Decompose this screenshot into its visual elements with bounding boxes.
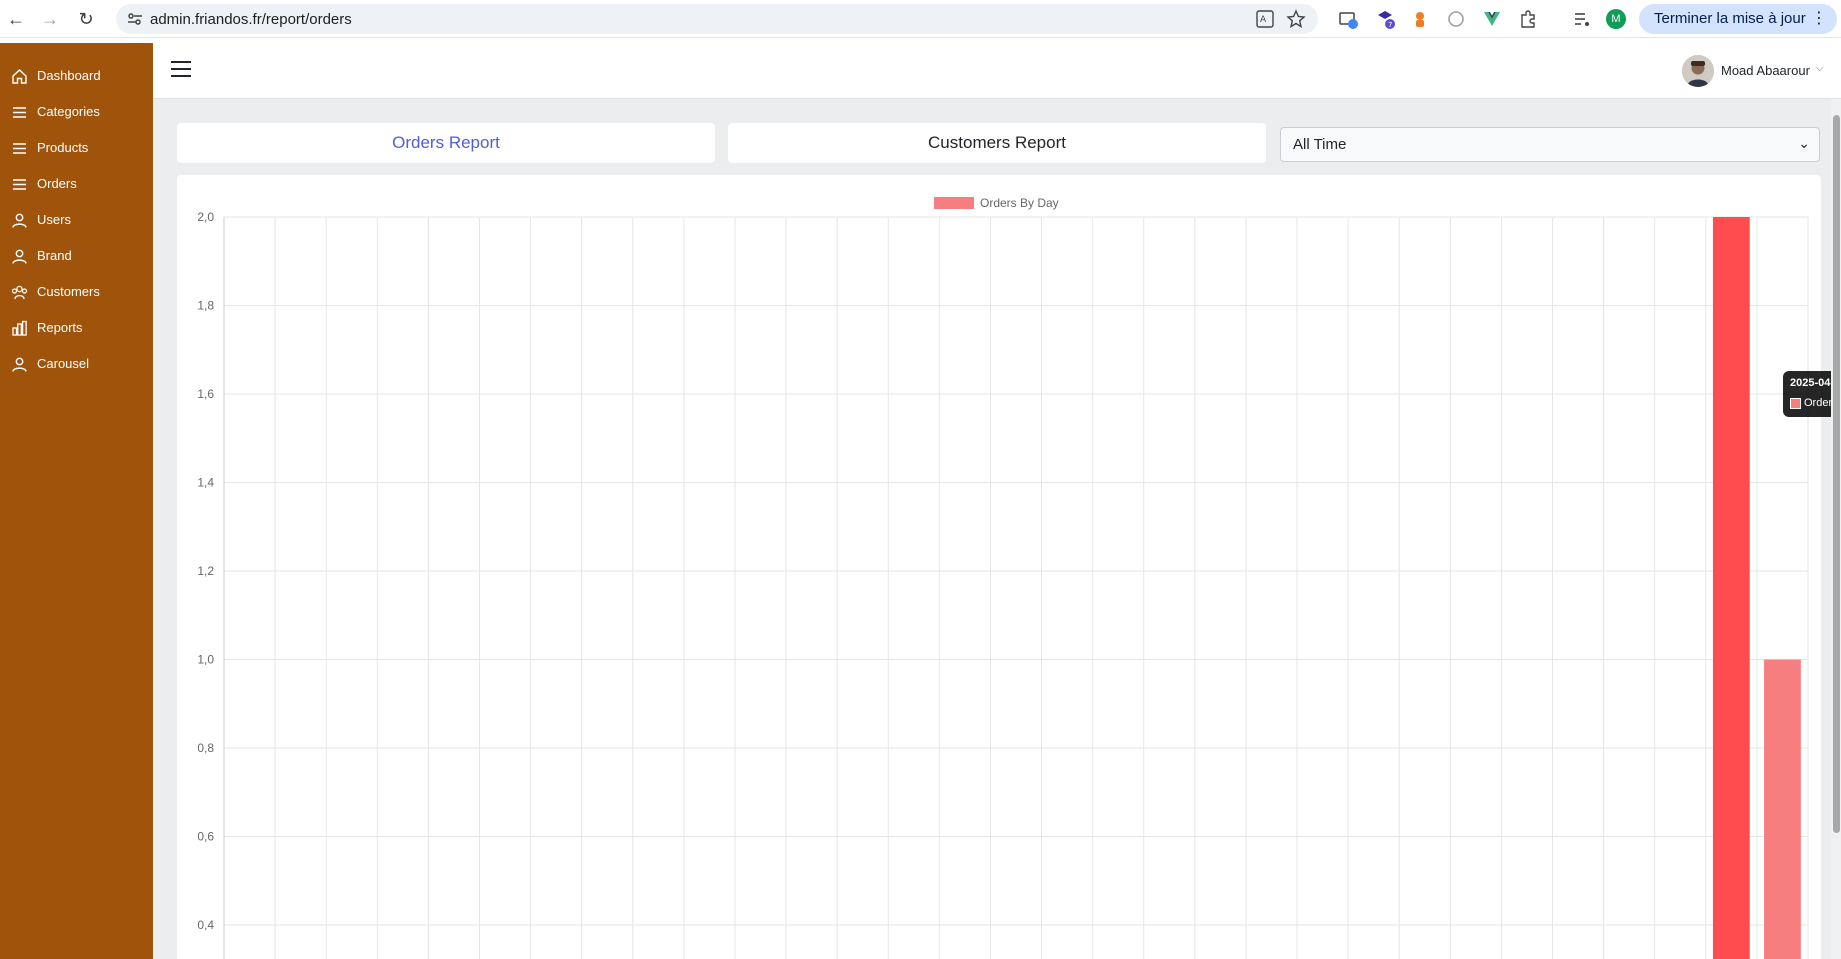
svg-text:7: 7 bbox=[1388, 21, 1392, 29]
site-settings-icon[interactable] bbox=[126, 10, 144, 28]
translate-icon[interactable]: A bbox=[1255, 9, 1275, 29]
bar-chart-icon bbox=[12, 320, 27, 336]
y-tick-label: 0,6 bbox=[197, 830, 214, 844]
user-name[interactable]: Moad Abaarour bbox=[1721, 63, 1810, 78]
sidebar-item-label: Customers bbox=[37, 284, 100, 299]
vue-devtools-icon[interactable] bbox=[1482, 9, 1502, 29]
y-tick-label: 2,0 bbox=[197, 210, 214, 224]
sidebar-item-label: Reports bbox=[37, 320, 83, 335]
sidebar-item-reports[interactable]: Reports bbox=[0, 313, 153, 343]
sidebar-item-label: Users bbox=[37, 212, 71, 227]
sidebar-item-brand[interactable]: Brand bbox=[0, 241, 153, 271]
list-icon bbox=[13, 179, 26, 190]
sidebar-item-categories[interactable]: Categories bbox=[0, 97, 153, 127]
more-menu-icon[interactable]: ⋮ bbox=[1811, 4, 1827, 34]
fox-extension-icon[interactable] bbox=[1410, 9, 1430, 29]
tab-customers-report[interactable]: Customers Report bbox=[728, 123, 1266, 163]
sidebar-item-label: Brand bbox=[37, 248, 72, 263]
y-tick-label: 1,2 bbox=[197, 564, 214, 578]
bar bbox=[1712, 217, 1750, 959]
url-text: admin.friandos.fr/report/orders bbox=[150, 11, 352, 28]
sidebar-item-carousel[interactable]: Carousel bbox=[0, 349, 153, 379]
date-range-value: All Time bbox=[1293, 136, 1347, 153]
user-avatar[interactable] bbox=[1682, 55, 1714, 87]
media-control-icon[interactable] bbox=[1572, 9, 1592, 29]
sidebar-item-label: Dashboard bbox=[37, 68, 101, 83]
address-bar[interactable]: admin.friandos.fr/report/orders A bbox=[116, 4, 1318, 34]
sidebar-item-label: Orders bbox=[37, 176, 77, 191]
palette-extension-icon[interactable] bbox=[1446, 9, 1466, 29]
sidebar-item-label: Categories bbox=[37, 104, 100, 119]
list-icon bbox=[13, 107, 26, 118]
user-icon bbox=[12, 357, 27, 372]
y-tick-label: 0,8 bbox=[197, 741, 214, 755]
user-icon bbox=[12, 213, 27, 228]
orders-by-day-chart: 2,0 1,8 1,6 1,4 1,2 1,0 0,8 0,6 0,4 Orders By Day bbox=[197, 196, 1809, 959]
chevron-down-icon[interactable]: ⌵ bbox=[1816, 63, 1824, 74]
update-browser-label: Terminer la mise à jour bbox=[1654, 10, 1806, 27]
y-tick-label: 1,6 bbox=[197, 387, 214, 401]
svg-text:A: A bbox=[1260, 15, 1267, 25]
user-icon bbox=[12, 249, 27, 264]
sidebar-item-label: Products bbox=[37, 140, 89, 155]
forward-icon[interactable]: → bbox=[38, 7, 62, 31]
y-tick-label: 1,4 bbox=[197, 476, 214, 490]
scrollbar-thumb[interactable] bbox=[1833, 115, 1840, 833]
bookmark-star-icon[interactable] bbox=[1286, 9, 1306, 29]
orders-chart-card: 2,0 1,8 1,6 1,4 1,2 1,0 0,8 0,6 0,4 Orders By Day… bbox=[177, 175, 1841, 959]
top-header: Moad Abaarour ⌵ bbox=[153, 43, 1841, 99]
sidebar-item-orders[interactable]: Orders bbox=[0, 169, 153, 199]
bar bbox=[1764, 659, 1801, 959]
tab-orders-report[interactable]: Orders Report bbox=[177, 123, 715, 163]
sidebar-item-products[interactable]: Products bbox=[0, 133, 153, 163]
shield-extension-icon[interactable]: 7 bbox=[1375, 9, 1395, 29]
sidebar-item-label: Carousel bbox=[37, 356, 90, 371]
legend-label: Orders By Day bbox=[980, 196, 1059, 210]
reload-icon[interactable]: ↻ bbox=[74, 7, 98, 31]
extensions-puzzle-icon[interactable] bbox=[1518, 9, 1538, 29]
sidebar-item-users[interactable]: Users bbox=[0, 205, 153, 235]
sidebar-item-customers[interactable]: Customers bbox=[0, 277, 153, 307]
chevron-down-icon: ⌄ bbox=[1798, 135, 1810, 151]
legend-swatch bbox=[934, 197, 974, 209]
sidebar-item-dashboard[interactable]: Dashboard bbox=[0, 61, 153, 91]
tooltip-swatch bbox=[1790, 398, 1801, 409]
back-icon[interactable]: ← bbox=[4, 7, 28, 31]
users-icon bbox=[11, 285, 28, 300]
page-scrollbar[interactable] bbox=[1831, 99, 1841, 959]
cast-extension-icon[interactable] bbox=[1338, 9, 1358, 29]
y-tick-label: 0,4 bbox=[197, 918, 214, 932]
profile-avatar[interactable]: M bbox=[1606, 9, 1626, 29]
y-tick-label: 1,8 bbox=[197, 299, 214, 313]
update-browser-button[interactable]: Terminer la mise à jour ⋮ bbox=[1639, 4, 1837, 34]
y-tick-label: 1,0 bbox=[197, 653, 214, 667]
browser-toolbar: ← → ↻ admin.friandos.fr/report/orders A … bbox=[0, 0, 1841, 38]
menu-toggle-icon[interactable] bbox=[171, 61, 191, 78]
main-content: Orders Report Customers Report All Time … bbox=[153, 99, 1841, 959]
list-icon bbox=[13, 143, 26, 154]
date-range-select[interactable]: All Time ⌄ bbox=[1280, 127, 1820, 162]
home-icon bbox=[12, 69, 27, 84]
sidebar: Dashboard Categories Products Orders Use… bbox=[0, 43, 153, 959]
